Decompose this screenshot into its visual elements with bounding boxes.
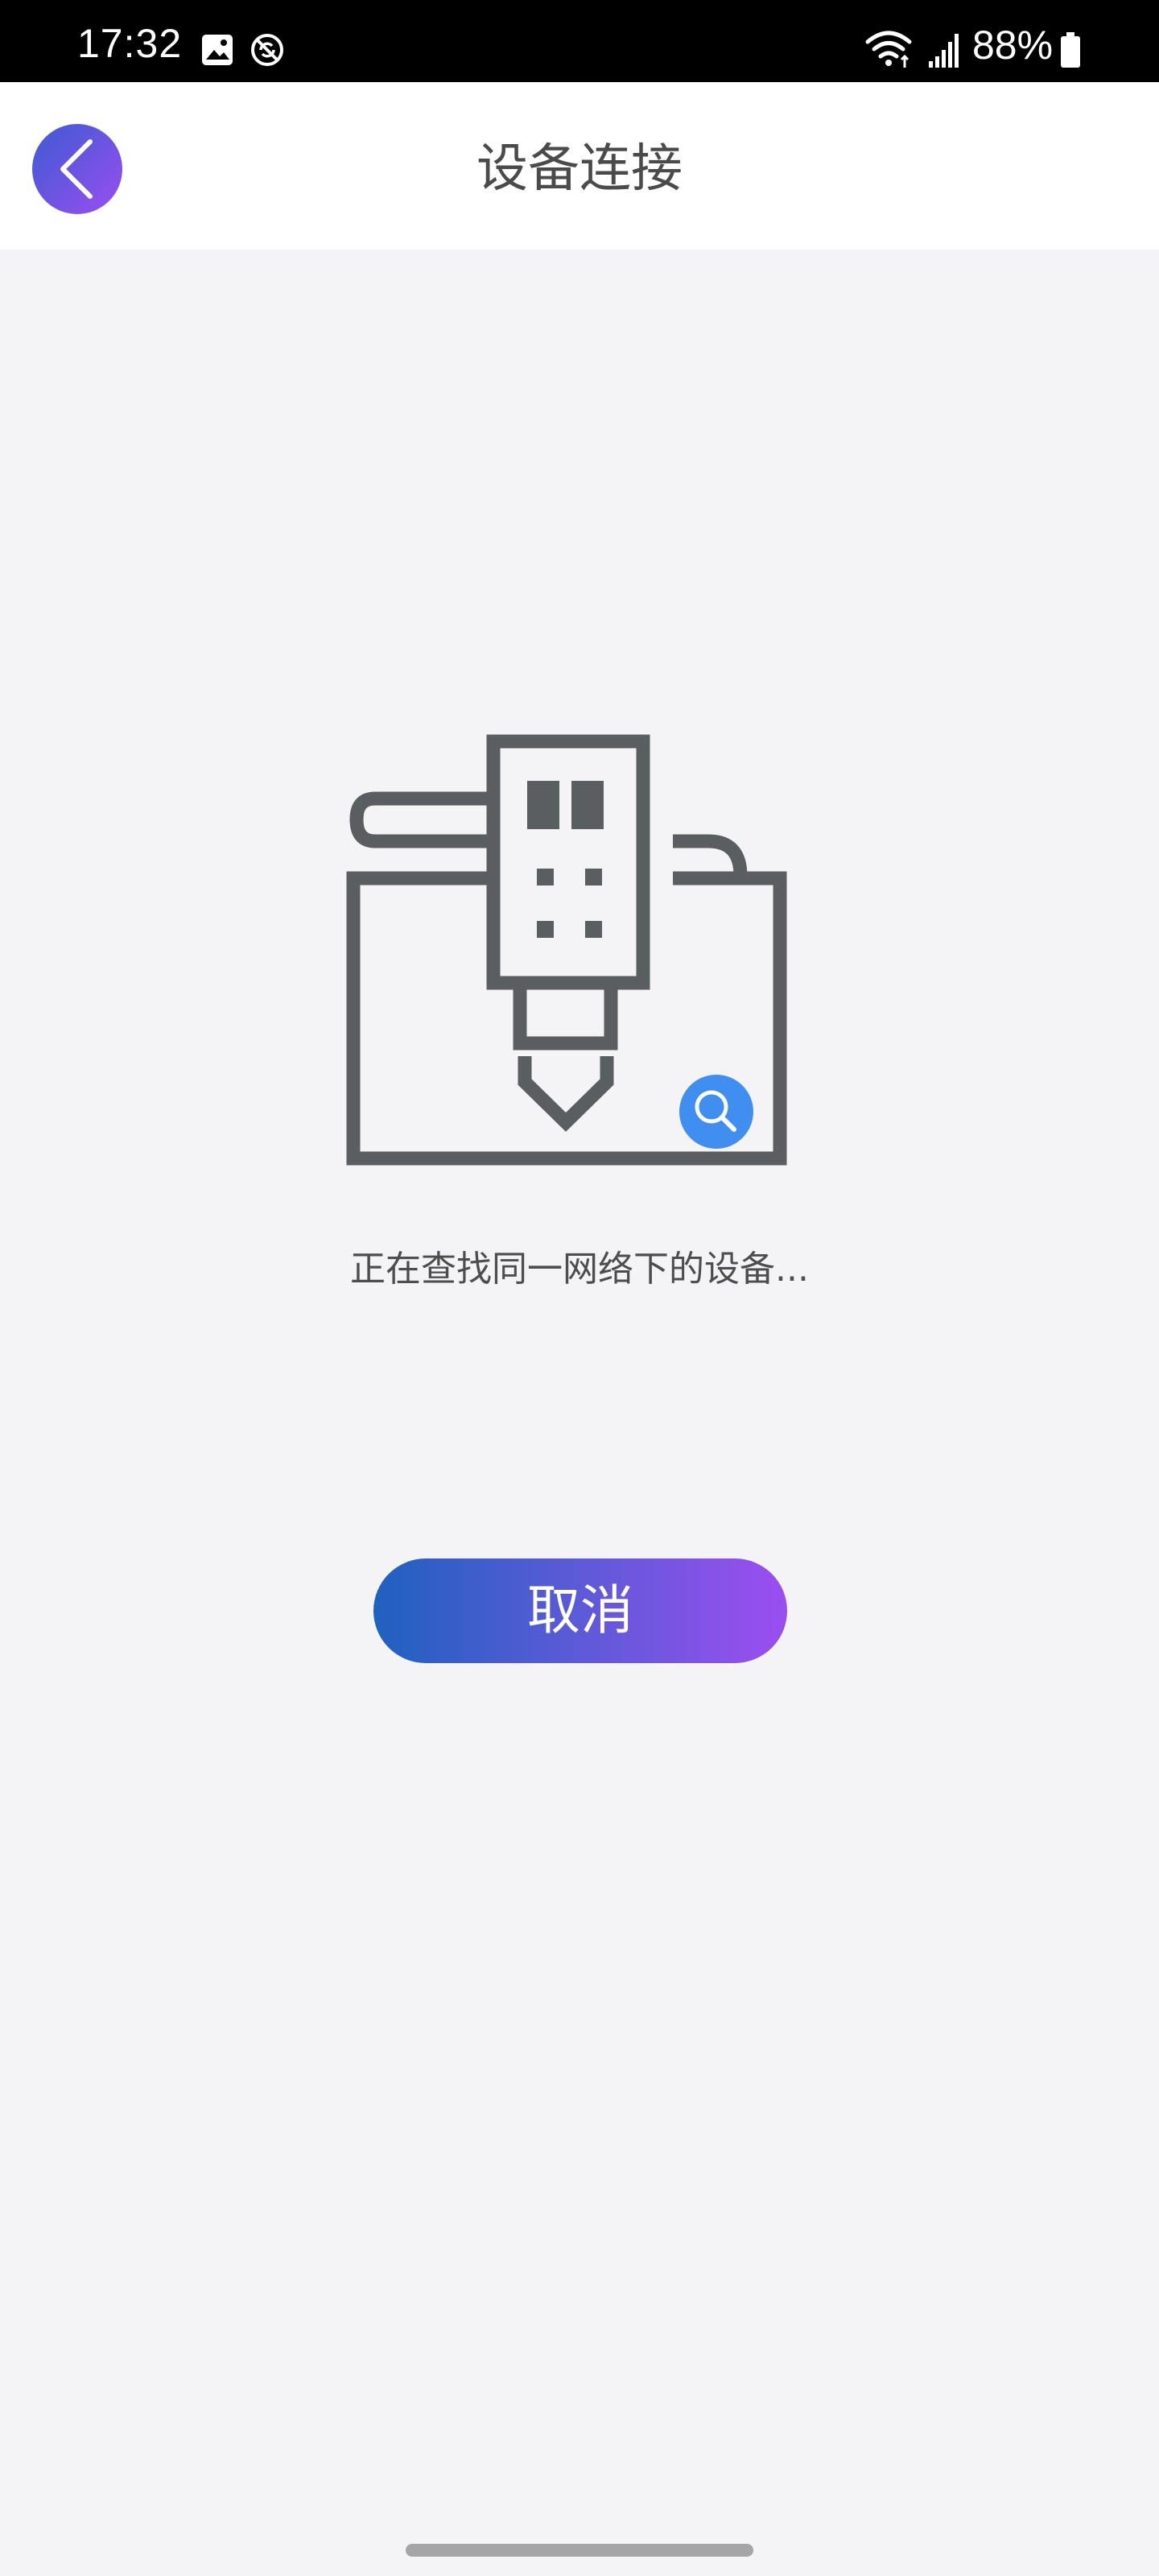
- no-data-sync-icon: [250, 32, 285, 68]
- status-bar: 17:32 88%: [0, 0, 1159, 82]
- page-title: 设备连接: [476, 139, 683, 199]
- home-indicator[interactable]: [406, 2544, 753, 2557]
- gallery-icon: [200, 32, 235, 68]
- search-badge-icon: [679, 1075, 753, 1149]
- device-search-illustration: [346, 731, 797, 1174]
- status-time: 17:32: [77, 21, 183, 66]
- battery-percentage: 88%: [972, 23, 1054, 68]
- wifi-icon: [864, 29, 913, 69]
- cancel-button[interactable]: 取消: [373, 1558, 787, 1663]
- signal-icon: [927, 31, 963, 69]
- search-status-text: 正在查找同一网络下的设备...: [350, 1249, 809, 1290]
- battery-icon: [1059, 31, 1082, 69]
- app-header: 设备连接: [0, 82, 1159, 250]
